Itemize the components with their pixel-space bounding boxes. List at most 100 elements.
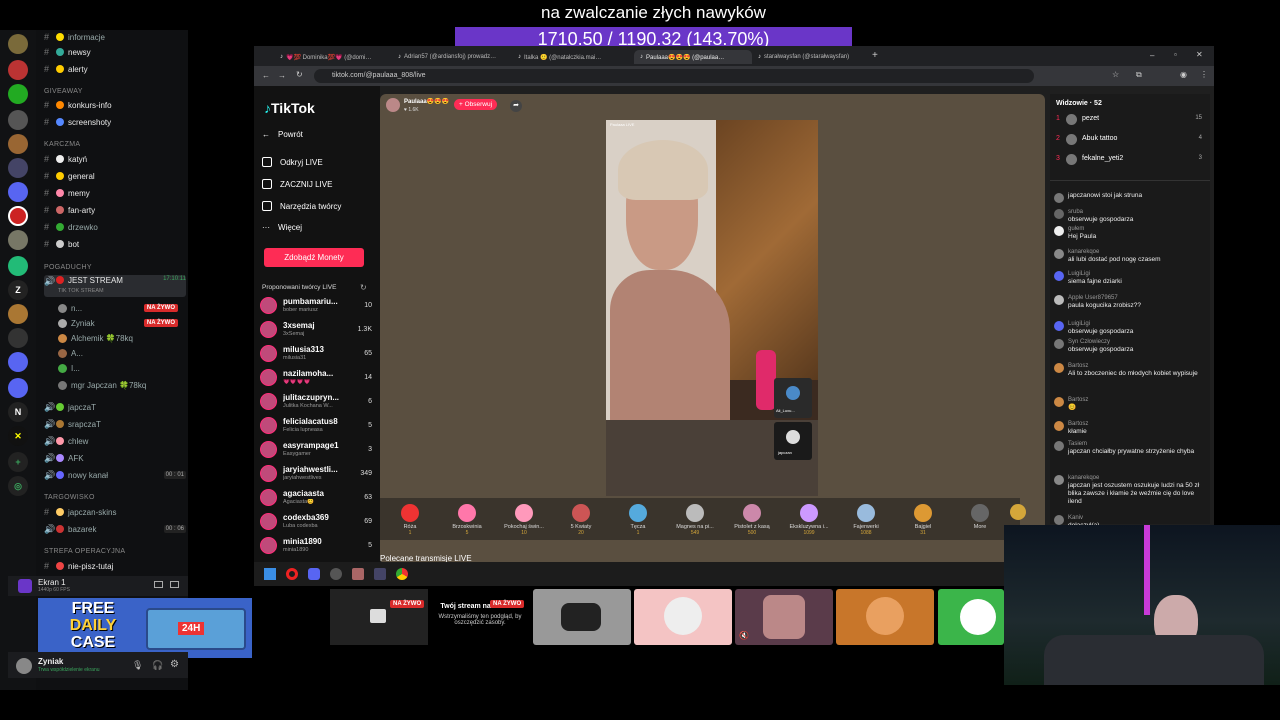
channel-fan-arty[interactable]: # fan-arty [44,203,186,217]
chat-username[interactable]: kanarekqoe [1068,474,1204,482]
participant-tile[interactable] [533,589,631,645]
channel-informacje[interactable]: # informacje [44,30,186,44]
chrome-icon[interactable] [396,568,408,580]
tiktok-logo[interactable]: ♪TikTok [264,100,315,116]
participant-tile[interactable] [634,589,732,645]
reload-icon[interactable]: ↻ [296,70,303,79]
chat-username[interactable]: kanarekqoe [1068,248,1204,256]
guest-tile[interactable]: Ali_Luxu... [774,378,812,418]
avatar[interactable] [1054,209,1064,219]
discord-icon[interactable] [308,568,320,580]
chat-username[interactable]: Apple User879657 [1068,294,1204,302]
screen-settings-icon[interactable] [170,581,179,588]
stream-video[interactable]: Paulaaa LIVE Ali_Luxu... japczan [606,120,818,496]
nav-start-live[interactable]: ZACZNIJ LIVE [262,179,332,189]
server-icon[interactable] [8,158,28,178]
channel-konkurs-info[interactable]: # konkurs-info [44,98,186,112]
chat-username[interactable]: LuigiLigi [1068,270,1204,278]
recommended-creator[interactable]: 3xsemaj 3xSemaj 1.3K [260,320,372,342]
gift-item[interactable]: Pokochaj świn... 10 [496,498,552,536]
voice-user[interactable]: Alchemik 🍀78kq [58,331,178,345]
server-icon[interactable] [8,60,28,80]
nav-more[interactable]: ··· Więcej [262,223,302,232]
stream-preview[interactable]: NA ŻYWO [330,589,428,645]
server-icon[interactable] [8,34,28,54]
browser-tab[interactable]: ♪ starałwaysfan (@starałwaysfan) [752,50,874,64]
steam-icon[interactable] [330,568,342,580]
avatar[interactable] [1054,321,1064,331]
server-icon[interactable] [8,182,28,202]
voice-user[interactable]: n... NA ŻYWO [58,301,178,315]
microphone-icon[interactable]: 🎙 [132,660,143,671]
explore-icon[interactable]: ◎ [8,476,28,496]
recommended-creator[interactable]: agaciaasta Agaciasta😊 63 [260,488,372,510]
nav-creator-tools[interactable]: Narzędzia twórcy [262,201,341,211]
channel-memy[interactable]: # memy [44,186,186,200]
recommended-creator[interactable]: easyrampage1 Easygamer 3 [260,440,372,462]
participant-tile[interactable] [938,589,1004,645]
avatar[interactable] [1054,363,1064,373]
browser-tab-active[interactable]: ♪ Paulaaa😍😍😍 (@paulaa… [634,50,752,64]
voice-channel-afk[interactable]: 🔊 AFK [44,451,186,465]
voice-user[interactable]: Zyniak NA ŻYWO [58,316,178,330]
voice-user[interactable]: mgr Japczan 🍀78kq [58,378,178,392]
avatar[interactable] [1054,339,1064,349]
gear-icon[interactable]: ⚙ [170,659,179,670]
back-icon[interactable]: ← [262,71,270,80]
category-giveaway[interactable]: GIVEAWAY [44,88,83,95]
windows-start-icon[interactable] [264,568,276,580]
gift-item[interactable]: Róża 1 [382,498,438,536]
bookmark-icon[interactable]: ☆ [1112,70,1119,79]
top-viewer[interactable]: 3 fekalne_yeti2 3 [1056,154,1206,168]
channel-screenshoty[interactable]: # screenshoty [44,115,186,129]
url-input[interactable]: tiktok.com/@paulaaa_808/live [314,69,1034,83]
gift-item[interactable]: Tęcza 1 [610,498,666,536]
voice-channel-japczat[interactable]: 🔊 japczaT [44,400,186,414]
voice-channel-bazarek[interactable]: 🔊 bazarek 00 : 06 [44,522,186,536]
gift-item[interactable]: Fajerwerki 1088 [838,498,894,536]
nav-discover-live[interactable]: Odkryj LIVE [262,157,323,167]
refresh-icon[interactable]: ↻ [360,283,367,292]
participant-tile[interactable]: 🔇 [735,589,833,645]
menu-icon[interactable]: ⋮ [1200,70,1208,79]
recommended-creator[interactable]: pumbamariu... bober mariusz 10 [260,296,372,318]
gift-item[interactable]: 5 Kwiaty 20 [553,498,609,536]
forward-icon[interactable]: → [278,71,286,80]
gift-item[interactable]: Ekskluzywna i... 1099 [781,498,837,536]
chat-username[interactable]: Bartosz [1068,420,1204,428]
server-icon[interactable] [8,328,28,348]
avatar[interactable] [1054,421,1064,431]
server-icon[interactable]: N [8,402,28,422]
category-strefa[interactable]: STREFA OPERACYJNA [44,548,125,555]
add-server-icon[interactable]: + [8,452,28,472]
avatar[interactable] [1054,515,1064,525]
avatar[interactable] [1054,397,1064,407]
voice-user[interactable]: A... [58,346,178,360]
chat-username[interactable]: LuigiLigi [1068,320,1204,328]
host-avatar[interactable] [386,98,400,112]
guest-tile[interactable]: japczan [774,422,812,460]
avatar[interactable] [1054,441,1064,451]
server-icon[interactable] [8,206,28,226]
channel-bot[interactable]: # bot [44,237,186,251]
avatar[interactable] [1054,271,1064,281]
avatar[interactable] [16,658,32,674]
voice-user[interactable]: I... [58,361,178,375]
maximize-button[interactable]: ▫ [1174,50,1177,59]
chat-username[interactable]: Kaniv [1068,514,1204,522]
chat-username[interactable]: Bartosz [1068,362,1204,370]
chat-username[interactable]: gułem [1068,225,1204,233]
gift-item[interactable]: Pistolet z kasą 500 [724,498,780,536]
avatar[interactable] [1054,193,1064,203]
server-icon[interactable] [8,110,28,130]
recommended-creator[interactable]: felicialacatus8 Felicia lupneasa 5 [260,416,372,438]
top-viewer[interactable]: 1 pezet 15 [1056,114,1206,128]
channel-nie-pisz-tutaj[interactable]: # nie-pisz-tutaj [44,559,186,573]
server-icon[interactable] [8,84,28,104]
app-icon[interactable] [352,568,364,580]
minimize-button[interactable]: – [1150,51,1154,60]
opera-icon[interactable] [286,568,298,580]
gift-item[interactable]: Magnes na pi... 549 [667,498,723,536]
category-pogaduchy[interactable]: POGADUCHY [44,264,92,271]
get-coins-button[interactable]: Zdobądź Monety [264,248,364,267]
